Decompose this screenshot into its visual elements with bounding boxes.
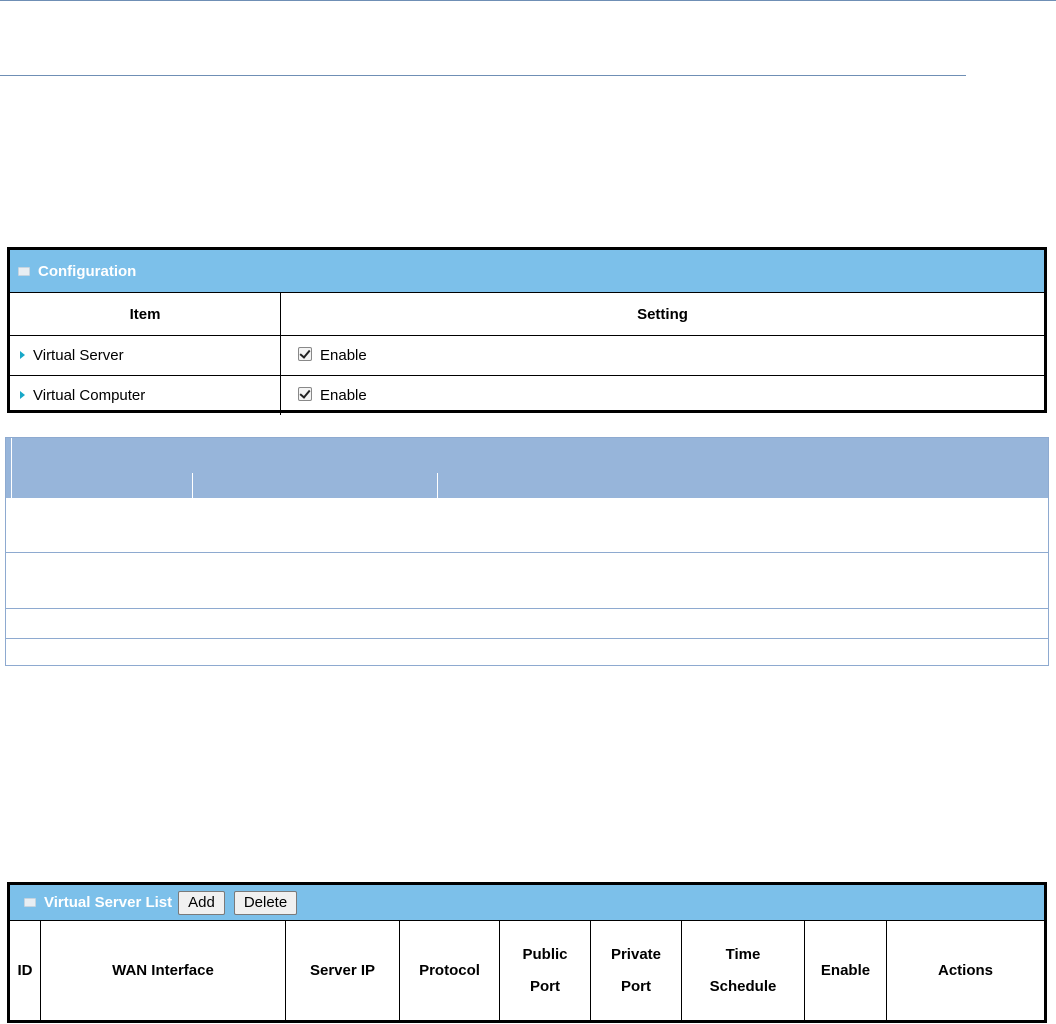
column-divider	[437, 473, 438, 498]
triangle-right-icon	[20, 351, 25, 359]
description-table	[5, 437, 1049, 666]
panel-icon	[24, 898, 36, 907]
config-setting-cell: Enable	[280, 375, 1044, 415]
configuration-panel: Configuration Item Setting Virtual Serve…	[7, 247, 1047, 415]
schedule-label: Schedule	[709, 978, 777, 995]
triangle-right-icon	[20, 391, 25, 399]
row-divider	[6, 552, 1048, 553]
panel-icon	[18, 266, 30, 276]
config-item-cell: Virtual Server	[10, 335, 281, 376]
virtual-server-table: ID WAN Interface Server IP Protocol Publ…	[10, 920, 1044, 1021]
enable-label: Enable	[320, 347, 367, 364]
column-header-private-port: Private Port	[590, 920, 682, 1021]
private-label: Private	[610, 946, 662, 963]
configuration-table: Item Setting Virtual Server Enable Virtu…	[10, 292, 1044, 415]
section-divider	[0, 75, 966, 76]
port-label: Port	[530, 978, 560, 995]
config-item-label: Virtual Computer	[33, 387, 146, 404]
column-header-actions: Actions	[886, 920, 1044, 1021]
public-label: Public	[522, 946, 568, 963]
row-divider	[6, 638, 1048, 639]
time-label: Time	[725, 946, 761, 963]
column-header-protocol: Protocol	[399, 920, 500, 1021]
port-label: Port	[621, 978, 651, 995]
virtual-server-enable-checkbox[interactable]	[298, 347, 312, 361]
column-divider	[11, 438, 12, 498]
delete-button[interactable]: Delete	[233, 890, 298, 915]
table-header-row: ID WAN Interface Server IP Protocol Publ…	[10, 920, 1044, 1021]
column-header-enable: Enable	[804, 920, 887, 1021]
configuration-header: Configuration	[10, 250, 1044, 292]
description-table-header	[6, 438, 1048, 498]
virtual-server-list-panel: Virtual Server List Add Delete ID WAN In…	[7, 882, 1047, 1023]
add-button[interactable]: Add	[178, 890, 225, 915]
column-header-setting: Setting	[280, 292, 1044, 336]
column-header-id: ID	[10, 920, 41, 1021]
column-header-wan-interface: WAN Interface	[40, 920, 286, 1021]
enable-label: Enable	[320, 387, 367, 404]
row-divider	[6, 608, 1048, 609]
config-row-virtual-server: Virtual Server Enable	[10, 335, 1044, 376]
configuration-title: Configuration	[38, 262, 137, 280]
virtual-server-list-header: Virtual Server List Add Delete	[10, 885, 1044, 920]
column-header-server-ip: Server IP	[285, 920, 400, 1021]
column-divider	[192, 473, 193, 498]
top-divider	[0, 0, 1056, 1]
config-item-cell: Virtual Computer	[10, 375, 281, 415]
config-item-label: Virtual Server	[33, 347, 124, 364]
virtual-computer-enable-checkbox[interactable]	[298, 387, 312, 401]
virtual-server-list-title: Virtual Server List	[44, 894, 173, 911]
column-header-item: Item	[10, 292, 281, 336]
column-header-public-port: Public Port	[499, 920, 591, 1021]
config-row-virtual-computer: Virtual Computer Enable	[10, 375, 1044, 415]
config-setting-cell: Enable	[280, 335, 1044, 376]
column-header-time-schedule: Time Schedule	[681, 920, 805, 1021]
